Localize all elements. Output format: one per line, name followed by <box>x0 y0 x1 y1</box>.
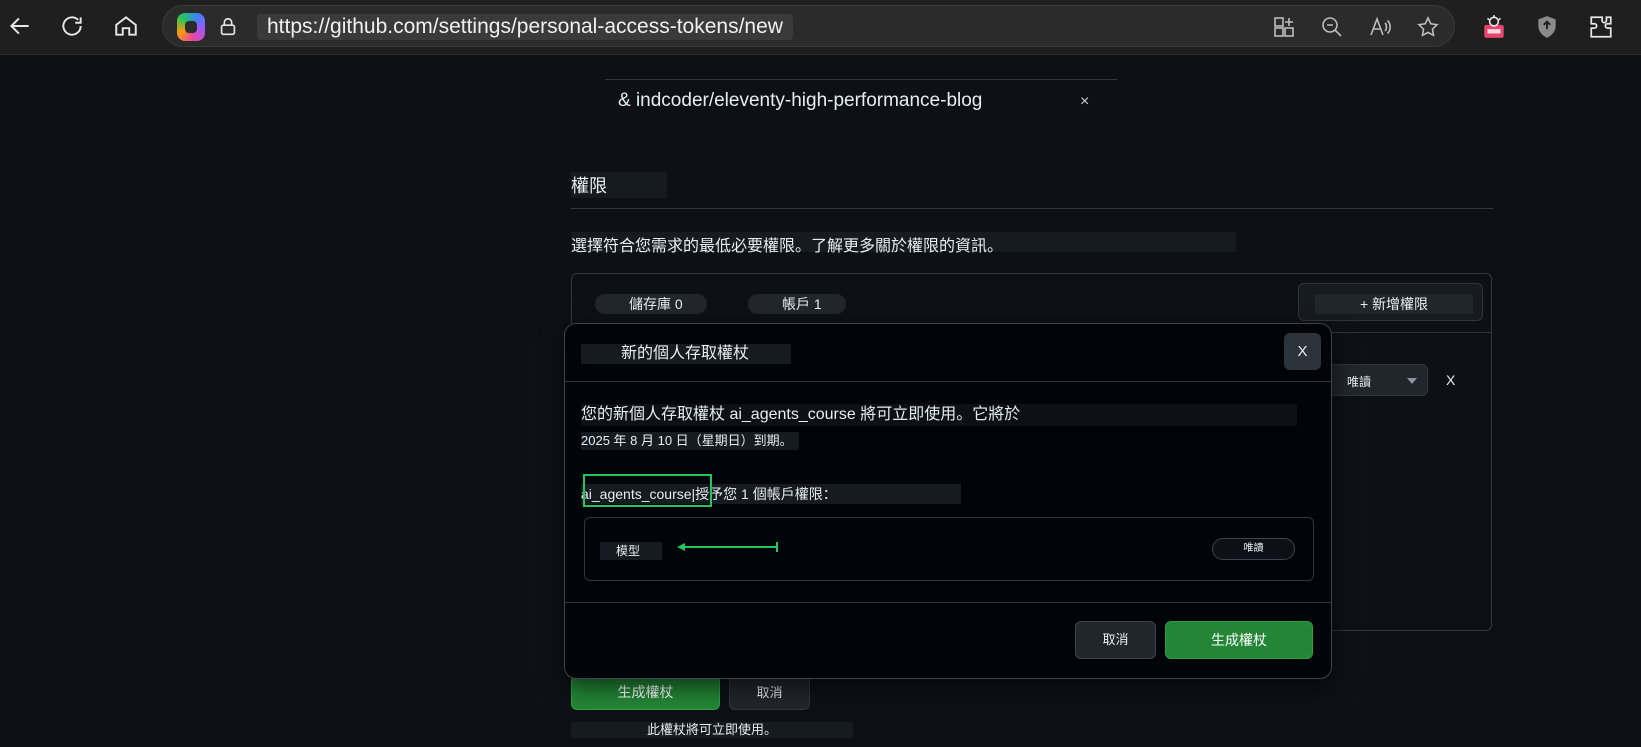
permissions-heading: 權限 <box>571 172 667 198</box>
zoom-out-icon[interactable] <box>1317 12 1347 42</box>
home-icon[interactable] <box>108 8 144 44</box>
cancel-button[interactable]: 取消 <box>729 675 810 710</box>
remove-permission-button[interactable]: X <box>1446 372 1455 388</box>
selected-repository: & indcoder/eleventy-high-performance-blo… <box>618 90 983 111</box>
copilot-icon[interactable] <box>177 13 205 41</box>
lock-icon[interactable] <box>215 14 241 40</box>
permissions-description: 選擇符合您需求的最低必要權限。了解更多關於權限的資訊。 <box>571 232 1236 255</box>
grant-text: |授予您 1 個帳戶權限： <box>691 486 837 502</box>
permission-name: 模型 <box>600 542 662 560</box>
url-text[interactable]: https://github.com/settings/personal-acc… <box>257 14 793 40</box>
token-ready-note: 此權杖將可立即使用。 <box>571 722 853 738</box>
read-aloud-icon[interactable] <box>1365 12 1395 42</box>
dialog-message-line1: 您的新個人存取權杖 ai_agents_course 將可立即使用。它將於 <box>581 404 1297 426</box>
section-divider <box>571 208 1493 209</box>
dialog-title: 新的個人存取權杖 <box>581 344 791 364</box>
extensions-puzzle-icon[interactable] <box>1584 10 1618 44</box>
access-level-value: 唯讀 <box>1347 375 1372 389</box>
dialog-cancel-button[interactable]: 取消 <box>1075 621 1156 659</box>
dialog-header-divider <box>565 381 1331 382</box>
add-permission-button[interactable]: + 新增權限 <box>1298 283 1483 321</box>
remove-repository-button[interactable]: × <box>1080 93 1089 111</box>
shield-extension-icon[interactable] <box>1530 10 1564 44</box>
permission-level-badge: 唯讀 <box>1212 538 1295 560</box>
address-bar[interactable]: https://github.com/settings/personal-acc… <box>162 5 1455 47</box>
refresh-icon[interactable] <box>54 8 90 44</box>
favorite-star-icon[interactable] <box>1413 12 1443 42</box>
arrow-left-icon <box>677 542 778 552</box>
tab-repositories[interactable]: 儲存庫 0 <box>595 294 707 314</box>
image-extension-icon[interactable] <box>1477 10 1511 44</box>
permission-summary-box: 模型 唯讀 <box>584 517 1314 581</box>
browser-toolbar: https://github.com/settings/personal-acc… <box>0 0 1641 55</box>
chevron-down-icon <box>1407 378 1417 384</box>
token-name-highlight <box>583 474 712 507</box>
dialog-expiry-line: 2025 年 8 月 10 日（星期日）到期。 <box>581 432 799 450</box>
dialog-footer-divider <box>565 602 1331 603</box>
dialog-generate-token-button[interactable]: 生成權杖 <box>1165 621 1313 659</box>
repo-list-divider <box>605 79 1117 80</box>
close-dialog-button[interactable]: X <box>1284 333 1321 370</box>
split-screen-icon[interactable] <box>1269 12 1299 42</box>
tab-account[interactable]: 帳戶 1 <box>748 294 846 314</box>
new-token-dialog: 新的個人存取權杖 X 您的新個人存取權杖 ai_agents_course 將可… <box>564 323 1332 679</box>
generate-token-button[interactable]: 生成權杖 <box>571 675 720 710</box>
back-icon[interactable] <box>2 8 38 44</box>
add-permission-label: + 新增權限 <box>1315 294 1473 314</box>
